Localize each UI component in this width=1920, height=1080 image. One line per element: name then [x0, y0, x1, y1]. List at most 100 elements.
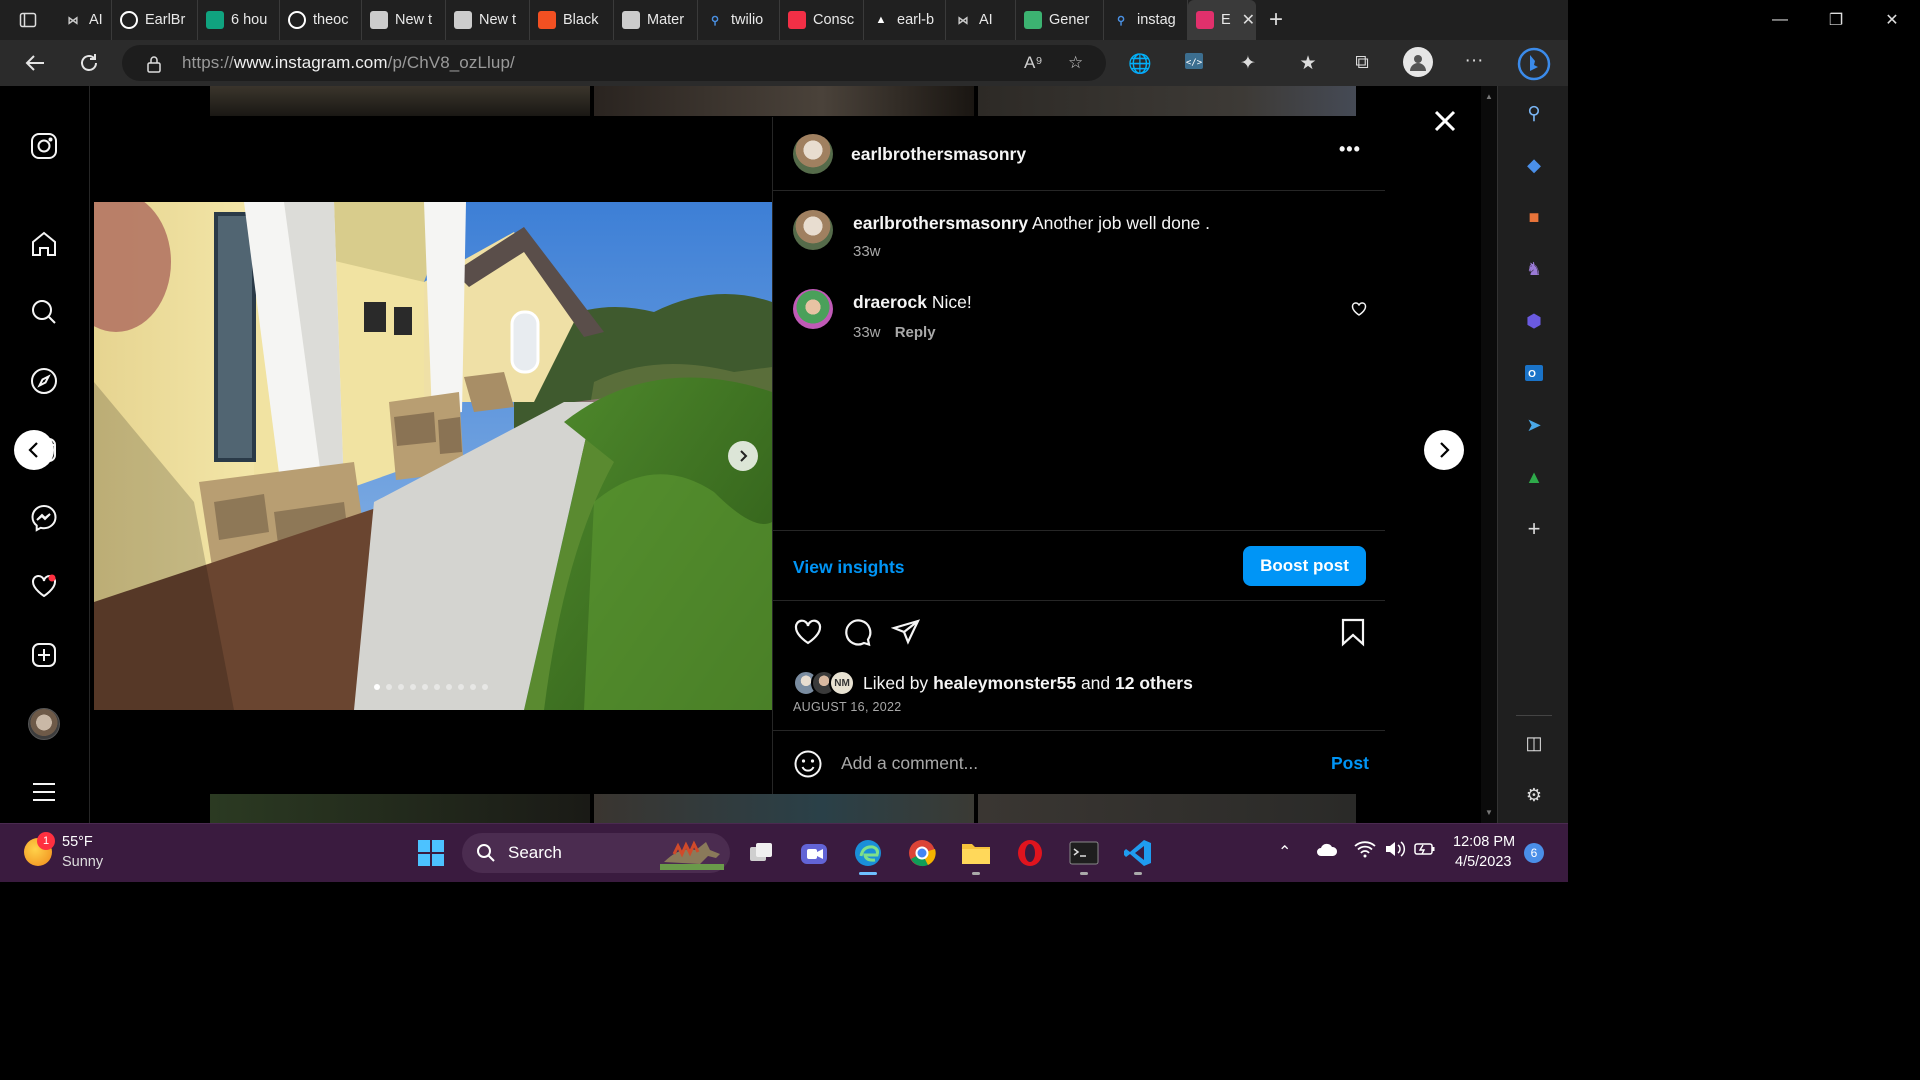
- liked-by-others[interactable]: 12 others: [1115, 673, 1193, 693]
- caption-avatar[interactable]: [793, 210, 833, 250]
- task-view-button[interactable]: [744, 836, 778, 870]
- browser-tab[interactable]: theoc: [280, 0, 362, 40]
- image-next-button[interactable]: [728, 441, 758, 471]
- restore-button[interactable]: ❐: [1808, 0, 1864, 40]
- comment-like-icon[interactable]: [1351, 301, 1367, 317]
- start-button[interactable]: [414, 836, 448, 870]
- more-options-icon[interactable]: •••: [1339, 139, 1361, 160]
- page-scrollbar[interactable]: ▲ ▼: [1481, 86, 1497, 823]
- liked-by-avatars[interactable]: NM: [793, 670, 857, 696]
- instagram-logo-icon[interactable]: [28, 130, 60, 162]
- profile-avatar[interactable]: [28, 708, 60, 740]
- settings-more-icon[interactable]: ···: [1462, 50, 1486, 72]
- teams-chat-button[interactable]: [797, 836, 831, 870]
- drop-icon[interactable]: ➤: [1522, 413, 1546, 437]
- add-favorite-icon[interactable]: ☆: [1068, 53, 1083, 73]
- microsoft365-icon[interactable]: ⬢: [1522, 309, 1546, 333]
- devtools-extension-icon[interactable]: </>: [1182, 52, 1206, 76]
- share-button[interactable]: [890, 617, 921, 647]
- chrome-taskbar-button[interactable]: [905, 836, 939, 870]
- post-comment-button[interactable]: Post: [1331, 753, 1369, 774]
- browser-tab[interactable]: Gener: [1016, 0, 1104, 40]
- opera-taskbar-button[interactable]: [1013, 836, 1047, 870]
- caption-timestamp[interactable]: 33w: [853, 243, 881, 260]
- new-tab-button[interactable]: +: [1256, 0, 1296, 40]
- search-icon[interactable]: [28, 296, 60, 328]
- post-image[interactable]: [94, 202, 772, 710]
- edge-taskbar-button[interactable]: [851, 836, 885, 875]
- clock-date[interactable]: 4/5/2023: [1455, 854, 1511, 870]
- add-sidebar-app-icon[interactable]: +: [1522, 516, 1546, 541]
- close-modal-button[interactable]: [1430, 106, 1460, 136]
- browser-tab[interactable]: Consc: [780, 0, 864, 40]
- liked-by-user[interactable]: healeymonster55: [933, 673, 1076, 693]
- address-bar[interactable]: https://www.instagram.com/p/ChV8_ozLlup/…: [122, 45, 1106, 81]
- reply-button[interactable]: Reply: [895, 324, 936, 341]
- read-aloud-icon[interactable]: A⁹: [1024, 53, 1043, 73]
- hide-sidebar-icon[interactable]: ◫: [1522, 731, 1546, 755]
- favorites-icon[interactable]: ★: [1296, 52, 1320, 75]
- refresh-button[interactable]: [62, 40, 116, 86]
- commenter-avatar[interactable]: [793, 289, 833, 329]
- sidebar-settings-icon[interactable]: ⚙: [1522, 783, 1546, 807]
- globe-icon[interactable]: 🌐: [1128, 52, 1152, 76]
- onedrive-cloud-icon[interactable]: [1316, 841, 1338, 862]
- like-button[interactable]: [793, 617, 823, 647]
- emoji-button[interactable]: [793, 749, 823, 779]
- show-hidden-icons-chevron-icon[interactable]: ⌃: [1278, 842, 1291, 862]
- browser-tab[interactable]: ⋈ AI: [946, 0, 1016, 40]
- browser-tab[interactable]: ▲ earl-b: [864, 0, 946, 40]
- save-button[interactable]: [1338, 617, 1368, 647]
- browser-tab[interactable]: Black: [530, 0, 614, 40]
- close-tab-icon[interactable]: ✕: [1242, 10, 1255, 30]
- back-button[interactable]: [8, 40, 62, 86]
- browser-tab[interactable]: New t: [446, 0, 530, 40]
- search-icon[interactable]: ⚲: [1522, 101, 1546, 125]
- browser-tab[interactable]: ⚲ instag: [1104, 0, 1188, 40]
- comment-timestamp[interactable]: 33w: [853, 324, 881, 341]
- browser-tab[interactable]: Mater: [614, 0, 698, 40]
- menu-icon[interactable]: [28, 776, 60, 808]
- close-window-button[interactable]: ✕: [1864, 0, 1920, 40]
- weather-temp[interactable]: 55°F: [62, 834, 93, 850]
- collections-icon[interactable]: ⧉: [1350, 52, 1374, 74]
- file-explorer-button[interactable]: [959, 836, 993, 875]
- browser-tab[interactable]: ⚲ twilio: [698, 0, 780, 40]
- comment-input[interactable]: Add a comment...: [841, 753, 978, 774]
- caption-username[interactable]: earlbrothersmasonry: [853, 213, 1028, 233]
- browser-tab[interactable]: 6 hou: [198, 0, 280, 40]
- bing-chat-button[interactable]: [1516, 46, 1552, 82]
- notifications-heart-icon[interactable]: [28, 570, 60, 602]
- comment-username[interactable]: draerock: [853, 292, 927, 312]
- terminal-taskbar-button[interactable]: [1067, 836, 1101, 875]
- tab-actions-button[interactable]: [0, 0, 56, 40]
- explore-icon[interactable]: [28, 365, 60, 397]
- author-avatar[interactable]: [793, 134, 833, 174]
- shopping-tag-icon[interactable]: ◆: [1522, 153, 1546, 177]
- notification-count-badge[interactable]: 6: [1524, 843, 1544, 863]
- browser-tab[interactable]: EarlBr: [112, 0, 198, 40]
- minimize-button[interactable]: —: [1752, 0, 1808, 40]
- browser-tab[interactable]: E ✕: [1188, 0, 1256, 40]
- weather-desc[interactable]: Sunny: [62, 854, 103, 870]
- wifi-icon[interactable]: [1354, 840, 1376, 863]
- tree-icon[interactable]: ▲: [1522, 465, 1546, 489]
- home-icon[interactable]: [28, 228, 60, 260]
- extensions-icon[interactable]: ✦: [1236, 52, 1260, 75]
- profile-button[interactable]: [1403, 47, 1433, 77]
- previous-post-button[interactable]: [14, 430, 54, 470]
- browser-tab[interactable]: ⋈ AI: [56, 0, 112, 40]
- next-post-button[interactable]: [1424, 430, 1464, 470]
- outlook-icon[interactable]: O: [1522, 361, 1546, 385]
- browser-tab[interactable]: New t: [362, 0, 446, 40]
- games-icon[interactable]: ♞: [1522, 257, 1546, 281]
- battery-icon[interactable]: [1414, 840, 1436, 863]
- create-icon[interactable]: [28, 639, 60, 671]
- view-insights-link[interactable]: View insights: [793, 557, 905, 578]
- boost-post-button[interactable]: Boost post: [1243, 546, 1366, 586]
- volume-icon[interactable]: [1384, 840, 1406, 863]
- vscode-taskbar-button[interactable]: [1121, 836, 1155, 875]
- comment-button[interactable]: [842, 617, 872, 647]
- tools-icon[interactable]: ■: [1522, 205, 1546, 229]
- messenger-icon[interactable]: [28, 502, 60, 534]
